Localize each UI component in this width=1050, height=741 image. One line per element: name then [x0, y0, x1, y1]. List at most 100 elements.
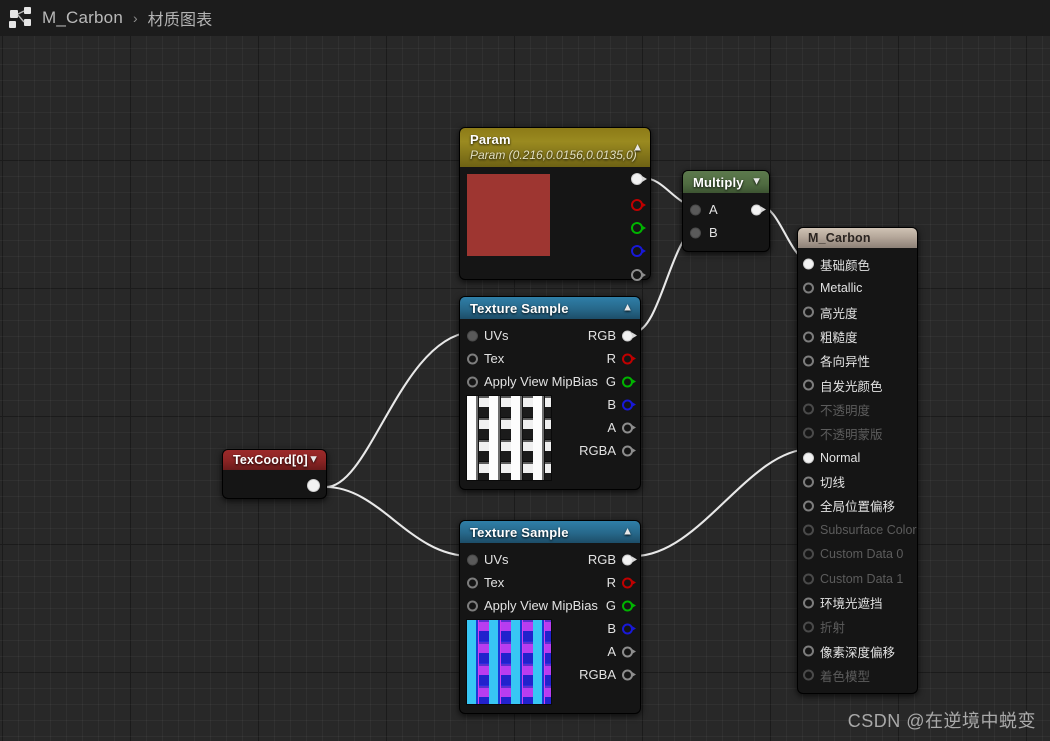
chevron-down-icon[interactable]: ▼ — [751, 176, 762, 188]
result-pin-row[interactable]: Metallic — [798, 276, 917, 300]
tex2-pin-a[interactable] — [622, 646, 633, 657]
result-pin-row[interactable]: 环境光遮挡 — [798, 591, 917, 615]
multiply-input-b[interactable]: B — [683, 221, 769, 244]
tex2-pin-tex[interactable] — [467, 577, 478, 588]
tex2-row-mipbias[interactable]: Apply View MipBias G — [460, 594, 640, 617]
node-multiply[interactable]: Multiply ▼ A B — [682, 170, 770, 252]
tex2-row-tex[interactable]: Tex R — [460, 571, 640, 594]
tex1-pin-r[interactable] — [622, 353, 633, 364]
breadcrumb-root[interactable]: M_Carbon — [42, 8, 123, 28]
result-pin-icon[interactable] — [803, 597, 814, 609]
breadcrumb-current[interactable]: 材质图表 — [148, 6, 213, 30]
result-pin-row[interactable]: 粗糙度 — [798, 325, 917, 349]
param-pin-b[interactable] — [631, 245, 643, 257]
param-color-swatch[interactable] — [467, 174, 550, 256]
node-texcoord-header[interactable]: TexCoord[0] ▼ — [223, 450, 326, 470]
tex1-pin-rgba[interactable] — [622, 445, 633, 456]
result-pin-row[interactable]: Custom Data 1 — [798, 566, 917, 590]
node-param-header[interactable]: Param Param (0.216,0.0156,0.0135,0) ▲ — [460, 128, 650, 167]
param-pin-a[interactable] — [631, 269, 643, 281]
tex2-pin-mipbias[interactable] — [467, 600, 478, 611]
result-pin-row[interactable]: Subsurface Color — [798, 518, 917, 542]
result-pin-icon[interactable] — [803, 548, 814, 560]
tex1-pin-g[interactable] — [622, 376, 633, 387]
result-pin-row[interactable]: 切线 — [798, 470, 917, 494]
tex2-pin-g[interactable] — [622, 600, 633, 611]
result-pin-icon[interactable] — [803, 621, 814, 633]
tex1-pin-a[interactable] — [622, 422, 633, 433]
result-pin-icon[interactable] — [803, 645, 814, 657]
tex2-row-rgba[interactable]: RGBA — [560, 663, 640, 686]
result-pin-icon[interactable] — [803, 379, 814, 391]
result-pin-icon[interactable] — [803, 403, 814, 415]
node-texcoord[interactable]: TexCoord[0] ▼ — [222, 449, 327, 499]
tex2-row-b[interactable]: B — [560, 617, 640, 640]
pin-b-icon[interactable] — [690, 227, 701, 238]
tex1-pin-uvs[interactable] — [467, 330, 478, 341]
chevron-up-icon[interactable]: ▲ — [622, 526, 633, 538]
tex1-pin-mipbias[interactable] — [467, 376, 478, 387]
result-pin-icon[interactable] — [803, 427, 814, 439]
result-pin-icon[interactable] — [803, 500, 814, 512]
result-pin-row[interactable]: 全局位置偏移 — [798, 494, 917, 518]
node-texture-sample-2-header[interactable]: Texture Sample ▲ — [460, 521, 640, 543]
tex1-texture-preview[interactable] — [466, 395, 552, 481]
tex1-row-mipbias[interactable]: Apply View MipBias G — [460, 370, 640, 393]
tex2-row-uvs[interactable]: UVs RGB — [460, 548, 640, 571]
tex2-pin-b[interactable] — [622, 623, 633, 634]
chevron-up-icon[interactable]: ▲ — [622, 302, 633, 314]
node-material-result[interactable]: M_Carbon 基础颜色 Metallic 高光度 粗糙度 各向异性 自发光颜色 不透明度… — [797, 227, 918, 695]
tex1-row-uvs[interactable]: UVs RGB — [460, 324, 640, 347]
result-pin-icon[interactable] — [803, 669, 814, 681]
tex1-row-tex[interactable]: Tex R — [460, 347, 640, 370]
param-pin-r[interactable] — [631, 199, 643, 211]
chevron-down-icon[interactable]: ▼ — [308, 454, 319, 466]
tex2-pin-rgba[interactable] — [622, 669, 633, 680]
result-pin-icon[interactable] — [803, 331, 814, 343]
chevron-up-icon[interactable]: ▲ — [632, 142, 643, 153]
result-pin-icon[interactable] — [803, 452, 814, 464]
tex1-pin-rgb[interactable] — [622, 330, 633, 341]
result-pin-icon[interactable] — [803, 476, 814, 488]
result-pin-label: 切线 — [820, 476, 846, 491]
node-texture-sample-2[interactable]: Texture Sample ▲ UVs RGB Tex R Apply Vie… — [459, 520, 641, 714]
result-pin-icon[interactable] — [803, 524, 814, 536]
result-pin-row[interactable]: 基础颜色 — [798, 252, 917, 276]
node-texture-sample-1[interactable]: Texture Sample ▲ UVs RGB Tex R Apply Vie… — [459, 296, 641, 490]
node-multiply-header[interactable]: Multiply ▼ — [683, 171, 769, 193]
result-pin-row[interactable]: 各向异性 — [798, 349, 917, 373]
tex2-pin-r[interactable] — [622, 577, 633, 588]
node-material-result-header[interactable]: M_Carbon — [798, 228, 917, 248]
tex1-pin-b[interactable] — [622, 399, 633, 410]
tex2-row-a[interactable]: A — [560, 640, 640, 663]
result-pin-row[interactable]: 像素深度偏移 — [798, 639, 917, 663]
tex1-row-b[interactable]: B — [560, 393, 640, 416]
param-pin-g[interactable] — [631, 222, 643, 234]
result-pin-icon[interactable] — [803, 258, 814, 270]
tex2-pin-rgb[interactable] — [622, 554, 633, 565]
result-pin-row[interactable]: Normal — [798, 446, 917, 470]
result-pin-icon[interactable] — [803, 306, 814, 318]
result-pin-row[interactable]: 高光度 — [798, 300, 917, 324]
tex2-pin-uvs[interactable] — [467, 554, 478, 565]
pin-a-icon[interactable] — [690, 204, 701, 215]
tex2-texture-preview[interactable] — [466, 619, 552, 705]
node-texture-sample-1-header[interactable]: Texture Sample ▲ — [460, 297, 640, 319]
result-pin-row[interactable]: Custom Data 0 — [798, 542, 917, 566]
result-pin-row[interactable]: 不透明度 — [798, 397, 917, 421]
result-pin-icon[interactable] — [803, 282, 814, 294]
tex1-pin-tex[interactable] — [467, 353, 478, 364]
multiply-input-a[interactable]: A — [683, 198, 769, 221]
multiply-output-pin[interactable] — [751, 204, 762, 215]
node-param[interactable]: Param Param (0.216,0.0156,0.0135,0) ▲ — [459, 127, 651, 281]
tex1-row-rgba[interactable]: RGBA — [560, 439, 640, 462]
result-pin-row[interactable]: 不透明蒙版 — [798, 421, 917, 445]
result-pin-row[interactable]: 折射 — [798, 615, 917, 639]
tex1-row-a[interactable]: A — [560, 416, 640, 439]
texcoord-output-pin[interactable] — [307, 479, 320, 492]
result-pin-icon[interactable] — [803, 573, 814, 585]
param-pin-rgba[interactable] — [631, 173, 643, 185]
result-pin-row[interactable]: 着色模型 — [798, 663, 917, 687]
result-pin-icon[interactable] — [803, 355, 814, 367]
result-pin-row[interactable]: 自发光颜色 — [798, 373, 917, 397]
